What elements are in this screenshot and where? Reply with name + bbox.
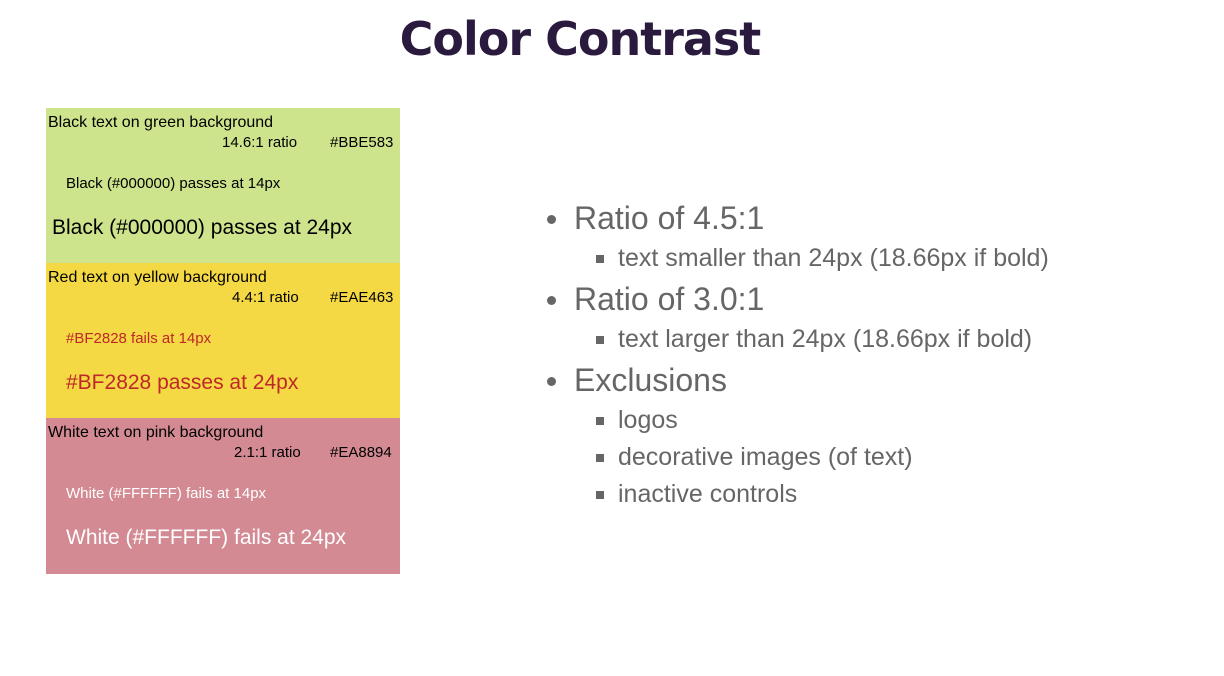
bullet-dot-icon: [547, 377, 556, 386]
sub-list-item: text larger than 24px (18.66px if bold): [544, 321, 1204, 358]
swatch-ratio: 2.1:1 ratio: [234, 444, 301, 461]
sub-list-item-label: text smaller than 24px (18.66px if bold): [618, 244, 1049, 272]
bullet-square-icon: [596, 454, 604, 462]
list-item: Ratio of 4.5:1: [544, 196, 1204, 240]
sub-list-item: decorative images (of text): [544, 439, 1204, 476]
swatch-green: Black text on green background 14.6:1 ra…: [46, 108, 400, 263]
swatch-large-text: White (#FFFFFF) fails at 24px: [66, 526, 347, 549]
list-item: Exclusions: [544, 358, 1204, 402]
bullet-square-icon: [596, 255, 604, 263]
sub-list-item-label: decorative images (of text): [618, 443, 913, 471]
sub-list-item-label: inactive controls: [618, 480, 798, 508]
swatch-yellow: Red text on yellow background 4.4:1 rati…: [46, 263, 400, 418]
swatch-hex: #EAE463: [330, 289, 394, 306]
swatch-pink: White text on pink background 2.1:1 rati…: [46, 418, 400, 574]
swatch-hex: #BBE583: [330, 134, 394, 151]
swatch-large-text: #BF2828 passes at 24px: [66, 371, 299, 394]
swatch-ratio: 4.4:1 ratio: [232, 289, 299, 306]
list-item-label: Ratio of 4.5:1: [574, 200, 765, 236]
list-item-label: Exclusions: [574, 362, 727, 398]
bullet-square-icon: [596, 336, 604, 344]
contrast-examples-panel: Black text on green background 14.6:1 ra…: [46, 108, 400, 574]
bullet-dot-icon: [547, 296, 556, 305]
swatch-ratio: 14.6:1 ratio: [222, 134, 298, 151]
page-title: Color Contrast: [399, 12, 762, 66]
bullet-square-icon: [596, 491, 604, 499]
sub-list-item-label: logos: [618, 406, 678, 434]
swatch-small-text: White (#FFFFFF) fails at 14px: [66, 485, 267, 502]
sub-list-item-label: text larger than 24px (18.66px if bold): [618, 325, 1033, 353]
sub-list-item: text smaller than 24px (18.66px if bold): [544, 240, 1204, 277]
swatch-large-text: Black (#000000) passes at 24px: [52, 216, 353, 239]
sub-list-item: inactive controls: [544, 476, 1204, 513]
swatch-hex: #EA8894: [330, 444, 392, 461]
sub-list-item: logos: [544, 402, 1204, 439]
bullet-dot-icon: [547, 215, 556, 224]
swatch-small-text: #BF2828 fails at 14px: [66, 330, 212, 347]
bullet-square-icon: [596, 417, 604, 425]
swatch-small-text: Black (#000000) passes at 14px: [66, 175, 281, 192]
list-item-label: Ratio of 3.0:1: [574, 281, 765, 317]
requirements-list: Ratio of 4.5:1 text smaller than 24px (1…: [544, 196, 1204, 513]
swatch-heading: White text on pink background: [48, 424, 264, 441]
swatch-heading: Red text on yellow background: [48, 269, 267, 286]
list-item: Ratio of 3.0:1: [544, 277, 1204, 321]
swatch-heading: Black text on green background: [48, 114, 274, 131]
